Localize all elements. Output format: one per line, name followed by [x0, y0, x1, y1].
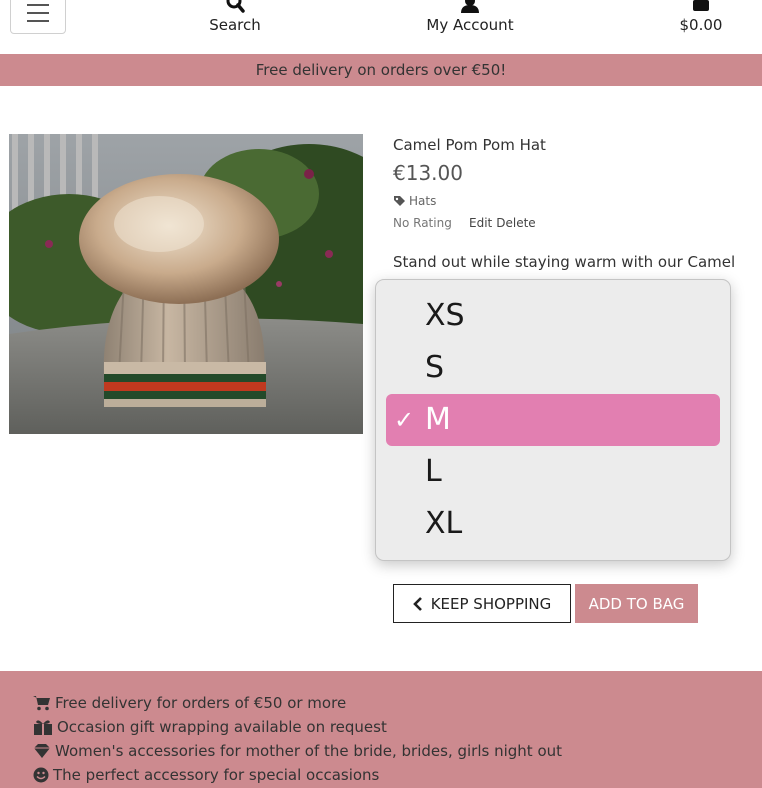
footer-features: Free delivery for orders of €50 or more …	[0, 671, 762, 788]
product-category-link[interactable]: Hats	[393, 194, 436, 208]
product-price: €13.00	[393, 161, 463, 185]
product-category: Hats	[409, 194, 437, 208]
hamburger-icon	[27, 4, 49, 6]
shopping-bag-icon	[693, 0, 709, 11]
product-image	[9, 134, 363, 434]
search-icon	[226, 0, 245, 13]
checkmark-icon: ✓	[394, 406, 415, 434]
admin-links: Edit Delete	[469, 216, 536, 230]
size-option-m[interactable]: ✓ M	[386, 394, 720, 446]
chevron-left-icon	[412, 596, 422, 611]
footer-item-accessories: Women's accessories for mother of the br…	[33, 742, 562, 760]
nav-search-label: Search	[209, 16, 261, 34]
nav-bag-link[interactable]: $0.00	[672, 0, 730, 40]
product-name: Camel Pom Pom Hat	[393, 136, 546, 154]
tag-icon	[394, 195, 405, 206]
gem-icon	[34, 744, 50, 758]
menu-toggle-button[interactable]	[10, 0, 66, 34]
footer-item-occasions: The perfect accessory for special occasi…	[33, 766, 379, 784]
size-dropdown-menu[interactable]: XS S ✓ M L XL	[375, 279, 731, 561]
nav-account-label: My Account	[426, 16, 514, 34]
footer-item-gift: Occasion gift wrapping available on requ…	[33, 718, 387, 736]
add-to-bag-button[interactable]: ADD TO BAG	[575, 584, 698, 623]
size-option-s[interactable]: S	[386, 342, 720, 394]
delete-link[interactable]: Delete	[496, 216, 535, 230]
size-option-l[interactable]: L	[386, 446, 720, 498]
bag-total: $0.00	[679, 16, 723, 34]
size-option-xs[interactable]: XS	[386, 290, 720, 342]
nav-account-link[interactable]: My Account	[420, 0, 520, 40]
product-description: Stand out while staying warm with our Ca…	[393, 253, 736, 271]
keep-shopping-button[interactable]: KEEP SHOPPING	[393, 584, 571, 623]
footer-item-delivery: Free delivery for orders of €50 or more	[33, 694, 346, 712]
cart-icon	[33, 696, 50, 711]
top-navbar: Search My Account $0.00	[0, 0, 762, 54]
edit-link[interactable]: Edit	[469, 216, 492, 230]
size-option-xl[interactable]: XL	[386, 498, 720, 550]
delivery-banner: Free delivery on orders over €50!	[0, 54, 762, 86]
smile-icon	[33, 767, 49, 783]
user-icon	[461, 0, 479, 13]
nav-search-link[interactable]: Search	[205, 0, 265, 40]
gift-icon	[34, 720, 52, 735]
product-rating: No Rating	[393, 216, 452, 230]
